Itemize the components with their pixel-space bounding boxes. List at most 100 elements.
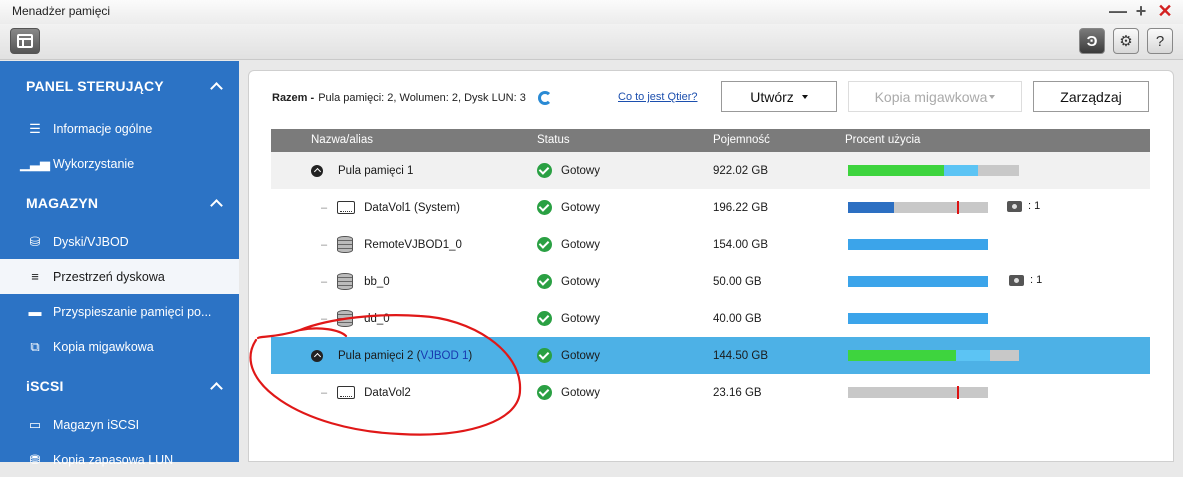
usage-bar-reserved [943,165,978,176]
volume-icon [337,201,356,214]
name-cell: Pula pamięci 2 (VJBOD 1) [311,337,472,374]
tree-dash: – [321,238,328,251]
usage-bar-allocated [848,276,988,287]
sidebar-item-usage[interactable]: ▁▃▅ Wykorzystanie [0,146,239,181]
snapshot-count[interactable]: : 1 [1007,200,1040,212]
status-text: Gotowy [561,164,600,177]
sidebar-item-label: Magazyn iSCSI [53,417,140,432]
usage-bar-allocated [848,313,988,324]
check-circle-icon [537,311,552,326]
layout-icon [17,34,33,48]
status-cell: Gotowy [537,374,600,411]
qtier-info-link[interactable]: Co to jest Qtier? [618,91,697,103]
sidebar-item-label: Informacje ogólne [53,121,153,136]
sidebar-section-panel[interactable]: PANEL STERUJĄCY [0,61,239,111]
tree-dash: – [321,275,328,288]
snapshot-count-text: : 1 [1030,274,1043,286]
sidebar-item-storage-space[interactable]: ≡ Przestrzeń dyskowa [0,259,239,294]
sidebar-item-overview[interactable]: ☰ Informacje ogólne [0,111,239,146]
capacity-cell: 154.00 GB [713,238,768,251]
status-text: Gotowy [561,275,600,288]
sidebar-item-cache[interactable]: ▬ Przyspieszanie pamięci po... [0,294,239,329]
help-button[interactable]: ? [1147,28,1173,54]
pool-name: Pula pamięci 1 [338,164,414,177]
snapshot-count[interactable]: : 1 [1009,274,1042,286]
column-header-name[interactable]: Nazwa/alias [311,134,373,146]
column-header-status[interactable]: Status [537,134,570,146]
create-button[interactable]: Utwórz [721,81,837,112]
check-circle-icon [537,200,552,215]
snapshot-button-label: Kopia migawkowa [874,88,988,105]
sidebar-section-iscsi[interactable]: iSCSI [0,364,239,407]
summary-counts: Pula pamięci: 2, Wolumen: 2, Dysk LUN: 3 [318,92,526,104]
snapshot-button[interactable]: Kopia migawkowa [848,81,1022,112]
qtier-icon[interactable]: Ͽ [1079,28,1105,54]
layout-toggle-button[interactable] [10,28,40,54]
chevron-up-icon [210,198,223,212]
status-text: Gotowy [561,386,600,399]
table-row-datavol1[interactable]: – DataVol1 (System) Gotowy 196.22 GB : 1 [271,189,1150,226]
collapse-icon[interactable] [311,164,323,177]
name-cell: – RemoteVJBOD1_0 [321,226,462,263]
table-row-pool-1[interactable]: Pula pamięci 1 Gotowy 922.02 GB [271,152,1150,189]
sidebar-item-label: Przyspieszanie pamięci po... [53,304,212,319]
overview-icon: ☰ [29,120,41,136]
usage-bar-used [848,350,956,361]
table-row-dd0[interactable]: – dd_0 Gotowy 40.00 GB [271,300,1150,337]
gear-icon[interactable]: ⚙ [1113,28,1139,54]
capacity-cell: 40.00 GB [713,312,762,325]
usage-bar [848,276,988,287]
column-header-capacity[interactable]: Pojemność [713,134,770,146]
sidebar-item-lun-backup[interactable]: ⛃ Kopia zapasowa LUN [0,442,239,477]
sidebar-item-label: Kopia migawkowa [53,339,154,354]
usage-bar [848,386,988,399]
name-cell: – DataVol1 (System) [321,189,460,226]
check-circle-icon [537,385,552,400]
column-header-usage[interactable]: Procent użycia [845,134,920,146]
capacity-cell: 23.16 GB [713,386,762,399]
main-panel: Razem - Pula pamięci: 2, Wolumen: 2, Dys… [248,70,1174,462]
sidebar-item-snapshot[interactable]: ⧉ Kopia migawkowa [0,329,239,364]
lun-disk-icon [337,236,354,253]
tree-dash: – [321,312,328,325]
vjbod-link[interactable]: VJBOD 1 [420,350,468,362]
collapse-icon[interactable] [311,349,323,362]
chevron-up-icon [210,82,223,95]
sidebar-item-label: Kopia zapasowa LUN [53,452,174,467]
status-cell: Gotowy [537,263,600,300]
table-row-datavol2[interactable]: – DataVol2 Gotowy 23.16 GB [271,374,1150,411]
sidebar-section-storage[interactable]: MAGAZYN [0,181,239,224]
refresh-icon[interactable] [537,91,552,105]
maximize-button[interactable]: + [1133,2,1149,20]
status-cell: Gotowy [537,300,600,337]
usage-bar [848,201,988,214]
manage-button[interactable]: Zarządzaj [1033,81,1149,112]
camera-icon [1007,200,1022,212]
sidebar-section-title: MAGAZYN [26,194,99,211]
sidebar: PANEL STERUJĄCY ☰ Informacje ogólne ▁▃▅ … [0,61,239,467]
lun-disk-icon [337,273,354,290]
name-cell: – bb_0 [321,263,390,300]
tree-dash: – [321,201,328,214]
disk-icon: ⛁ [29,233,41,249]
sidebar-item-iscsi-storage[interactable]: ▭ Magazyn iSCSI [0,407,239,442]
status-cell: Gotowy [537,226,600,263]
minimize-button[interactable]: — [1109,2,1127,20]
table-row-bb0[interactable]: – bb_0 Gotowy 50.00 GB : 1 [271,263,1150,300]
title-bar: Menadżer pamięci — + ✕ [0,0,1183,24]
close-button[interactable]: ✕ [1157,2,1173,20]
status-cell: Gotowy [537,337,600,374]
table-row-pool-2[interactable]: Pula pamięci 2 (VJBOD 1) Gotowy 144.50 G… [271,337,1150,374]
sidebar-item-disks[interactable]: ⛁ Dyski/VJBOD [0,224,239,259]
toolbar: Ͽ ⚙ ? [0,24,1183,60]
capacity-cell: 50.00 GB [713,275,762,288]
toolbar-right: Ͽ ⚙ ? [1079,28,1173,54]
check-circle-icon [537,348,552,363]
create-button-label: Utwórz [750,88,794,105]
pool-name: Pula pamięci 2 ( [338,349,421,362]
lun-name: bb_0 [364,275,390,288]
usage-bar [848,313,988,324]
table-row-remotevjbod[interactable]: – RemoteVJBOD1_0 Gotowy 154.00 GB [271,226,1150,263]
status-cell: Gotowy [537,189,600,226]
capacity-cell: 196.22 GB [713,201,768,214]
